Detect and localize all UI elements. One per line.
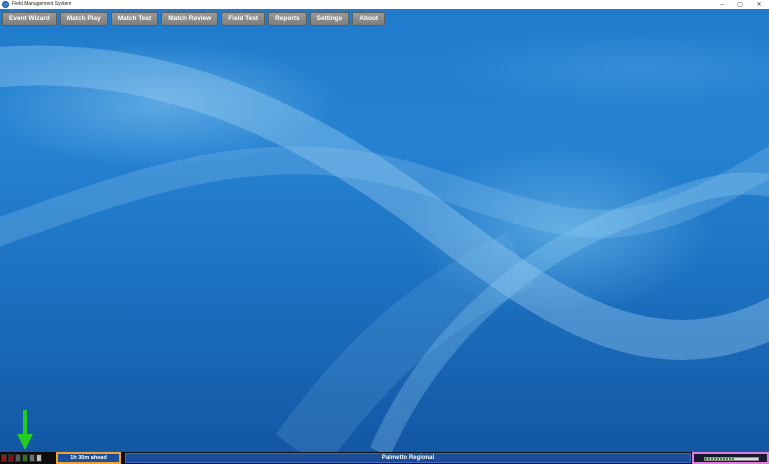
event-name: Palmetto Regional bbox=[125, 453, 691, 463]
match-play-button[interactable]: Match Play bbox=[59, 12, 108, 26]
field-test-button[interactable]: Field Test bbox=[221, 12, 266, 26]
schedule-status: 1h 30m ahead bbox=[56, 452, 121, 464]
event-wizard-button[interactable]: Event Wizard bbox=[2, 12, 57, 26]
signal-fill bbox=[705, 458, 735, 460]
status-light bbox=[8, 454, 14, 462]
title-bar: Field Management System – ▢ ✕ bbox=[0, 0, 769, 9]
status-bar: 1h 30m ahead Palmetto Regional bbox=[0, 452, 769, 464]
background-swoosh bbox=[0, 45, 769, 452]
close-button[interactable]: ✕ bbox=[749, 0, 769, 9]
app-icon bbox=[2, 1, 9, 8]
signal-bar bbox=[704, 457, 759, 461]
main-menu: Event Wizard Match Play Match Test Match… bbox=[2, 12, 386, 26]
reports-button[interactable]: Reports bbox=[268, 12, 307, 26]
background bbox=[0, 9, 769, 452]
status-light bbox=[1, 454, 7, 462]
fms-window: Field Management System – ▢ ✕ Event Wiza… bbox=[0, 0, 769, 464]
green-arrow-down-icon bbox=[17, 410, 33, 450]
status-light bbox=[15, 454, 21, 462]
settings-button[interactable]: Settings bbox=[309, 12, 350, 26]
signal-meter bbox=[692, 452, 769, 464]
about-button[interactable]: About bbox=[352, 12, 386, 26]
window-title: Field Management System bbox=[12, 1, 72, 7]
status-light bbox=[29, 454, 35, 462]
minimize-button[interactable]: – bbox=[712, 0, 732, 9]
status-light bbox=[22, 454, 28, 462]
status-light bbox=[36, 454, 42, 462]
match-test-button[interactable]: Match Test bbox=[110, 12, 159, 26]
maximize-button[interactable]: ▢ bbox=[730, 0, 750, 9]
status-lights bbox=[1, 454, 42, 462]
match-review-button[interactable]: Match Review bbox=[161, 12, 219, 26]
